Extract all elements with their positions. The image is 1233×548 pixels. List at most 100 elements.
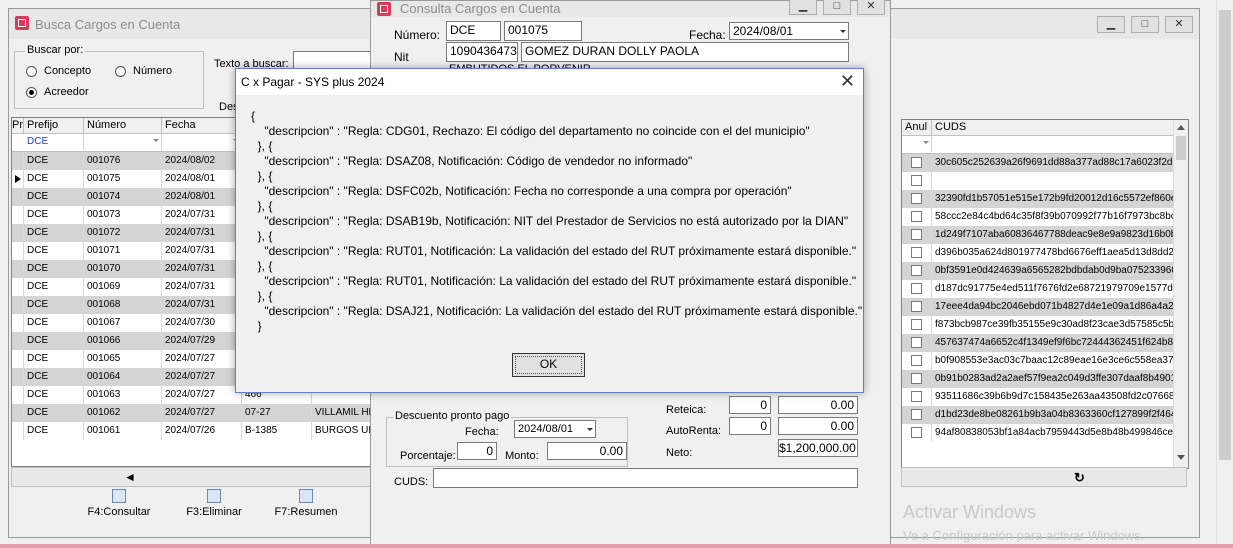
col-header-cuds[interactable]: CUDS [932, 120, 1186, 136]
filter-numero[interactable] [84, 134, 162, 150]
table-row[interactable]: DCE 001062 2024/07/27 07-27 VILLAMIL HER [12, 404, 376, 422]
autorenta-pct-field[interactable]: 0 [729, 417, 771, 435]
col-header-anul[interactable]: Anul [902, 120, 932, 136]
maximize-button[interactable]: □ [1131, 16, 1159, 33]
consulta-maximize-button[interactable]: □ [823, 0, 851, 15]
cell-numero: 001072 [84, 224, 162, 242]
prefijo-field[interactable]: DCE [446, 21, 501, 41]
cell-anul [902, 190, 932, 208]
dialog-close-icon[interactable]: ✕ [840, 72, 855, 90]
anul-checkbox[interactable] [911, 211, 922, 222]
table-row[interactable]: d396b035a624d801977478bd6676eff1aea5d13d… [902, 244, 1174, 262]
radio-numero[interactable] [115, 66, 126, 77]
filter-fecha[interactable] [162, 134, 242, 150]
anul-checkbox[interactable] [911, 337, 922, 348]
consulta-minimize-button[interactable]: ▁ [789, 0, 817, 15]
table-row[interactable]: 32390fd1b57051e515e172b9fd20012d16c5572e… [902, 190, 1174, 208]
grid-nav-bar: ◄ [11, 467, 375, 487]
scroll-up-icon[interactable] [1177, 125, 1185, 130]
cuds-grid[interactable]: Anul CUDS 30c605c252639a26f9691dd88a377a… [901, 119, 1189, 469]
anul-checkbox[interactable] [911, 157, 922, 168]
anul-checkbox[interactable] [911, 373, 922, 384]
col-header-numero[interactable]: Número [84, 118, 162, 134]
anul-checkbox[interactable] [911, 247, 922, 258]
cell-prefijo: DCE [24, 224, 84, 242]
scroll-thumb[interactable] [1176, 136, 1186, 160]
autorenta-value-field[interactable]: 0.00 [778, 417, 858, 435]
table-row[interactable]: 1d249f7107aba60836467788deac9e8e9a9823d1… [902, 226, 1174, 244]
table-row[interactable]: 58ccc2e84c4bd64c35f8f39b070992f77b16f797… [902, 208, 1174, 226]
cell-cuds: 32390fd1b57051e515e172b9fd20012d16c5572e… [932, 190, 1174, 208]
radio-concepto[interactable] [26, 66, 37, 77]
anul-checkbox[interactable] [911, 301, 922, 312]
consulta-close-button[interactable]: ✕ [857, 0, 885, 15]
descuento-label: Descuento pronto pago [393, 410, 512, 422]
consultar-button[interactable]: F4:Consultar [84, 489, 154, 518]
col-header-prefijo[interactable]: Prefijo [12, 118, 24, 134]
message-line: "descripcion" : "Regla: DSAB19b, Notific… [251, 214, 849, 228]
porcentaje-field[interactable]: 0 [457, 442, 497, 460]
minimize-button[interactable]: ▁ [1097, 16, 1125, 33]
filter-cuds[interactable] [932, 136, 1186, 152]
table-row[interactable]: DCE 001061 2024/07/26 B-1385 BURGOS UR [12, 422, 376, 440]
desktop-scroll-thumb[interactable] [1219, 10, 1231, 460]
reteica-pct-field[interactable]: 0 [729, 396, 771, 414]
table-row[interactable]: 17eee4da94bc2046ebd071b4827d4e1e09a1d86a… [902, 298, 1174, 316]
anul-checkbox[interactable] [911, 391, 922, 402]
cell-fecha: 2024/07/27 [162, 386, 242, 404]
cell-numero: 001073 [84, 206, 162, 224]
resumen-button[interactable]: F7:Resumen [271, 489, 341, 518]
filter-prefijo[interactable]: DCE [24, 134, 84, 150]
desc-fecha-field[interactable]: 2024/08/01 [514, 420, 596, 438]
numero-field[interactable]: 001075 [504, 21, 582, 41]
filter-anul[interactable] [902, 136, 932, 152]
anul-checkbox[interactable] [911, 427, 922, 438]
anul-checkbox[interactable] [911, 265, 922, 276]
col-header-fecha[interactable]: Fecha [162, 118, 242, 134]
cell-prefijo: DCE [24, 350, 84, 368]
monto-field[interactable]: 0.00 [547, 442, 627, 460]
fecha-label: Fecha: [689, 28, 726, 42]
anul-checkbox[interactable] [911, 229, 922, 240]
nav-first-button[interactable]: ◄ [124, 470, 136, 484]
cell-fecha: 2024/07/31 [162, 206, 242, 224]
table-row[interactable]: d187dc91775e4ed511f7676fd2e68721979709e1… [902, 280, 1174, 298]
anul-checkbox[interactable] [911, 319, 922, 330]
table-row[interactable]: d1bd23de8be08261b9b3a04b8363360cf127899f… [902, 406, 1174, 424]
table-row[interactable]: 0b91b0283ad2a2aef57f9ea2c049d3ffe307daaf… [902, 370, 1174, 388]
desktop-scrollbar[interactable] [1216, 0, 1233, 548]
close-button[interactable]: ✕ [1165, 16, 1193, 33]
cell-anul [902, 172, 932, 190]
desc-fecha-dropdown-icon[interactable] [587, 428, 593, 431]
anul-checkbox[interactable] [911, 283, 922, 294]
cuds-field[interactable] [433, 468, 858, 488]
anul-checkbox[interactable] [911, 409, 922, 420]
anul-checkbox[interactable] [911, 193, 922, 204]
table-row[interactable]: f873bcb987ce39fb35155e9c30ad8f23cae3d575… [902, 316, 1174, 334]
reteica-value-field[interactable]: 0.00 [778, 396, 858, 414]
table-row[interactable]: 30c605c252639a26f9691dd88a377ad88c17a602… [902, 154, 1174, 172]
table-row[interactable] [902, 172, 1174, 190]
table-row[interactable]: 0bf3591e0d424639a6565282bdbdab0d9ba07523… [902, 262, 1174, 280]
anul-checkbox[interactable] [911, 355, 922, 366]
table-row[interactable]: 94af80838053bf1a84acb7959443d5e8b48b4998… [902, 424, 1174, 442]
anul-checkbox[interactable] [911, 175, 922, 186]
table-row[interactable]: 93511686c39b6b9d7c158435e263aa43508fd2c0… [902, 388, 1174, 406]
eliminar-button[interactable]: F3:Eliminar [179, 489, 249, 518]
consulta-titlebar[interactable]: Consulta Cargos en Cuenta ▁ □ ✕ [371, 0, 890, 17]
nombre-field[interactable]: GOMEZ DURAN DOLLY PAOLA [521, 42, 849, 62]
scroll-down-icon[interactable] [1177, 455, 1185, 460]
refresh-icon[interactable]: ↻ [1074, 470, 1085, 486]
ok-button[interactable]: OK [512, 353, 585, 377]
table-row[interactable]: 457637474a6652c4f1349ef9f6bc72444362451f… [902, 334, 1174, 352]
cell-fecha: 2024/07/27 [162, 404, 242, 422]
fecha-field[interactable]: 2024/08/01 [729, 22, 849, 40]
col-header-prefijo-label[interactable]: Prefijo [24, 118, 84, 134]
nit-field[interactable]: 1090436473 [446, 42, 518, 62]
table-row[interactable]: b0f908553e3ac03c7baac12c89eae16e3ce6c558… [902, 352, 1174, 370]
fecha-dropdown-icon[interactable] [840, 30, 846, 33]
cuds-scrollbar[interactable] [1173, 120, 1188, 468]
dialog-titlebar[interactable]: C x Pagar - SYS plus 2024 ✕ [236, 69, 863, 95]
radio-acreedor[interactable] [26, 87, 37, 98]
cell-prefijo: DCE [24, 278, 84, 296]
